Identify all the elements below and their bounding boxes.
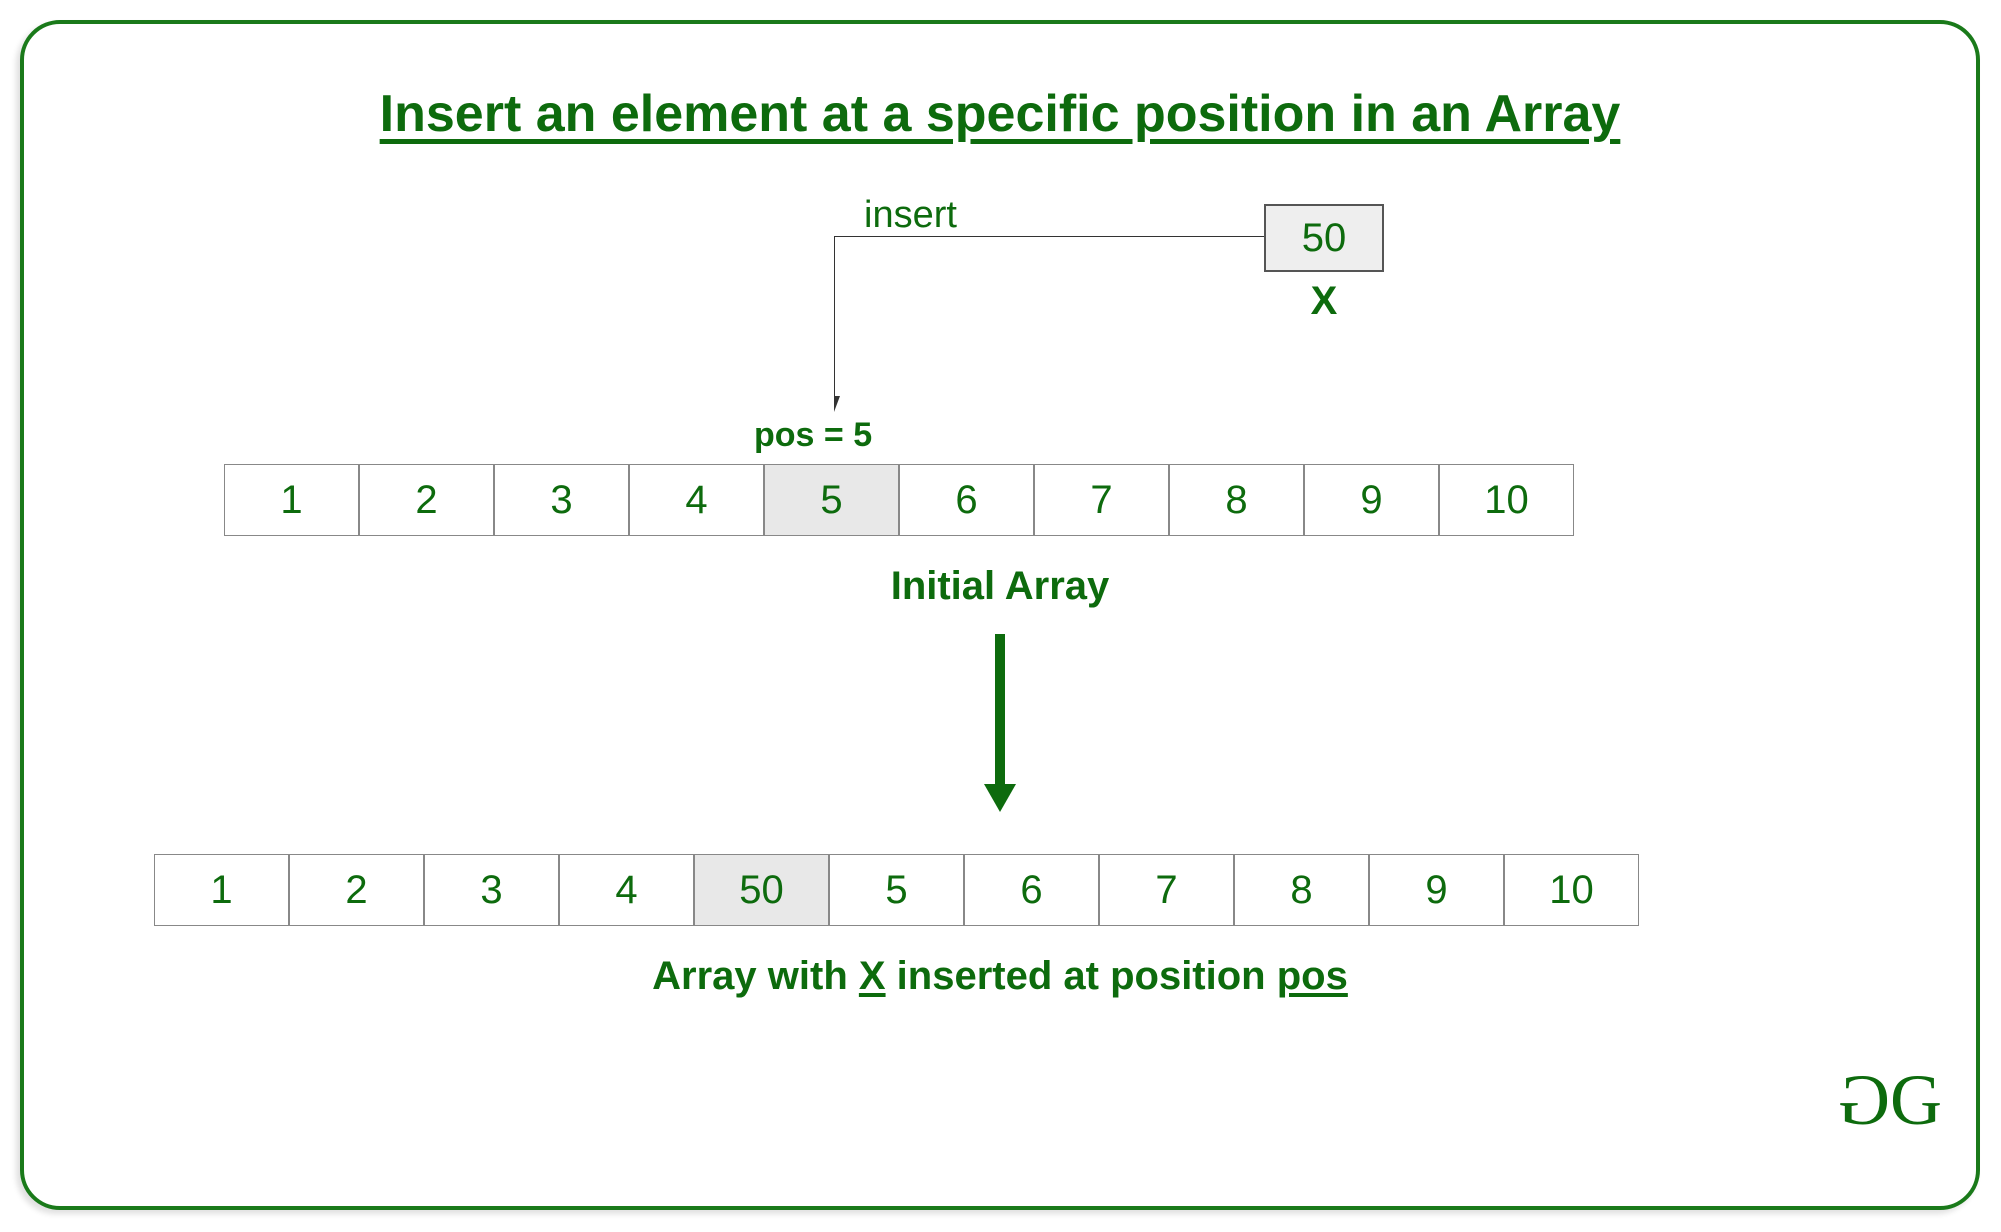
gfg-logo-icon: GG (1844, 1059, 1936, 1142)
transform-arrow-icon (980, 634, 1020, 814)
array-cell: 6 (899, 464, 1034, 536)
array-cell: 50 (694, 854, 829, 926)
array-cell: 1 (154, 854, 289, 926)
array-cell: 1 (224, 464, 359, 536)
array-cell: 9 (1304, 464, 1439, 536)
caption-mid: inserted at position (886, 954, 1277, 998)
caption-x: X (859, 954, 886, 998)
array-cell: 9 (1369, 854, 1504, 926)
diagram-frame: Insert an element at a specific position… (20, 20, 1980, 1210)
insert-label: insert (864, 194, 957, 237)
array-cell: 3 (494, 464, 629, 536)
logo-g2: G (1890, 1060, 1936, 1140)
array-cell: 4 (559, 854, 694, 926)
array-cell: 2 (359, 464, 494, 536)
array-cell: 10 (1439, 464, 1574, 536)
initial-array: 12345678910 (224, 464, 1574, 536)
array-cell: 3 (424, 854, 559, 926)
insert-var-label: X (1264, 279, 1384, 324)
array-cell: 5 (764, 464, 899, 536)
array-cell: 4 (629, 464, 764, 536)
insert-value-box: 50 (1264, 204, 1384, 272)
array-cell: 5 (829, 854, 964, 926)
caption-pos: pos (1277, 954, 1348, 998)
caption-prefix: Array with (652, 954, 859, 998)
array-cell: 6 (964, 854, 1099, 926)
array-cell: 10 (1504, 854, 1639, 926)
diagram-stage: insert 50 X pos = 5 12345678910 Initial … (24, 144, 1976, 1166)
initial-array-caption: Initial Array (24, 564, 1976, 609)
array-cell: 7 (1034, 464, 1169, 536)
result-array: 1234505678910 (154, 854, 1639, 926)
result-array-caption: Array with X inserted at position pos (24, 954, 1976, 999)
logo-g1: G (1844, 1059, 1890, 1142)
array-cell: 8 (1234, 854, 1369, 926)
insert-arrow-icon (834, 236, 1264, 416)
array-cell: 8 (1169, 464, 1304, 536)
diagram-title: Insert an element at a specific position… (24, 84, 1976, 144)
array-cell: 2 (289, 854, 424, 926)
array-cell: 7 (1099, 854, 1234, 926)
pos-label: pos = 5 (754, 416, 872, 455)
